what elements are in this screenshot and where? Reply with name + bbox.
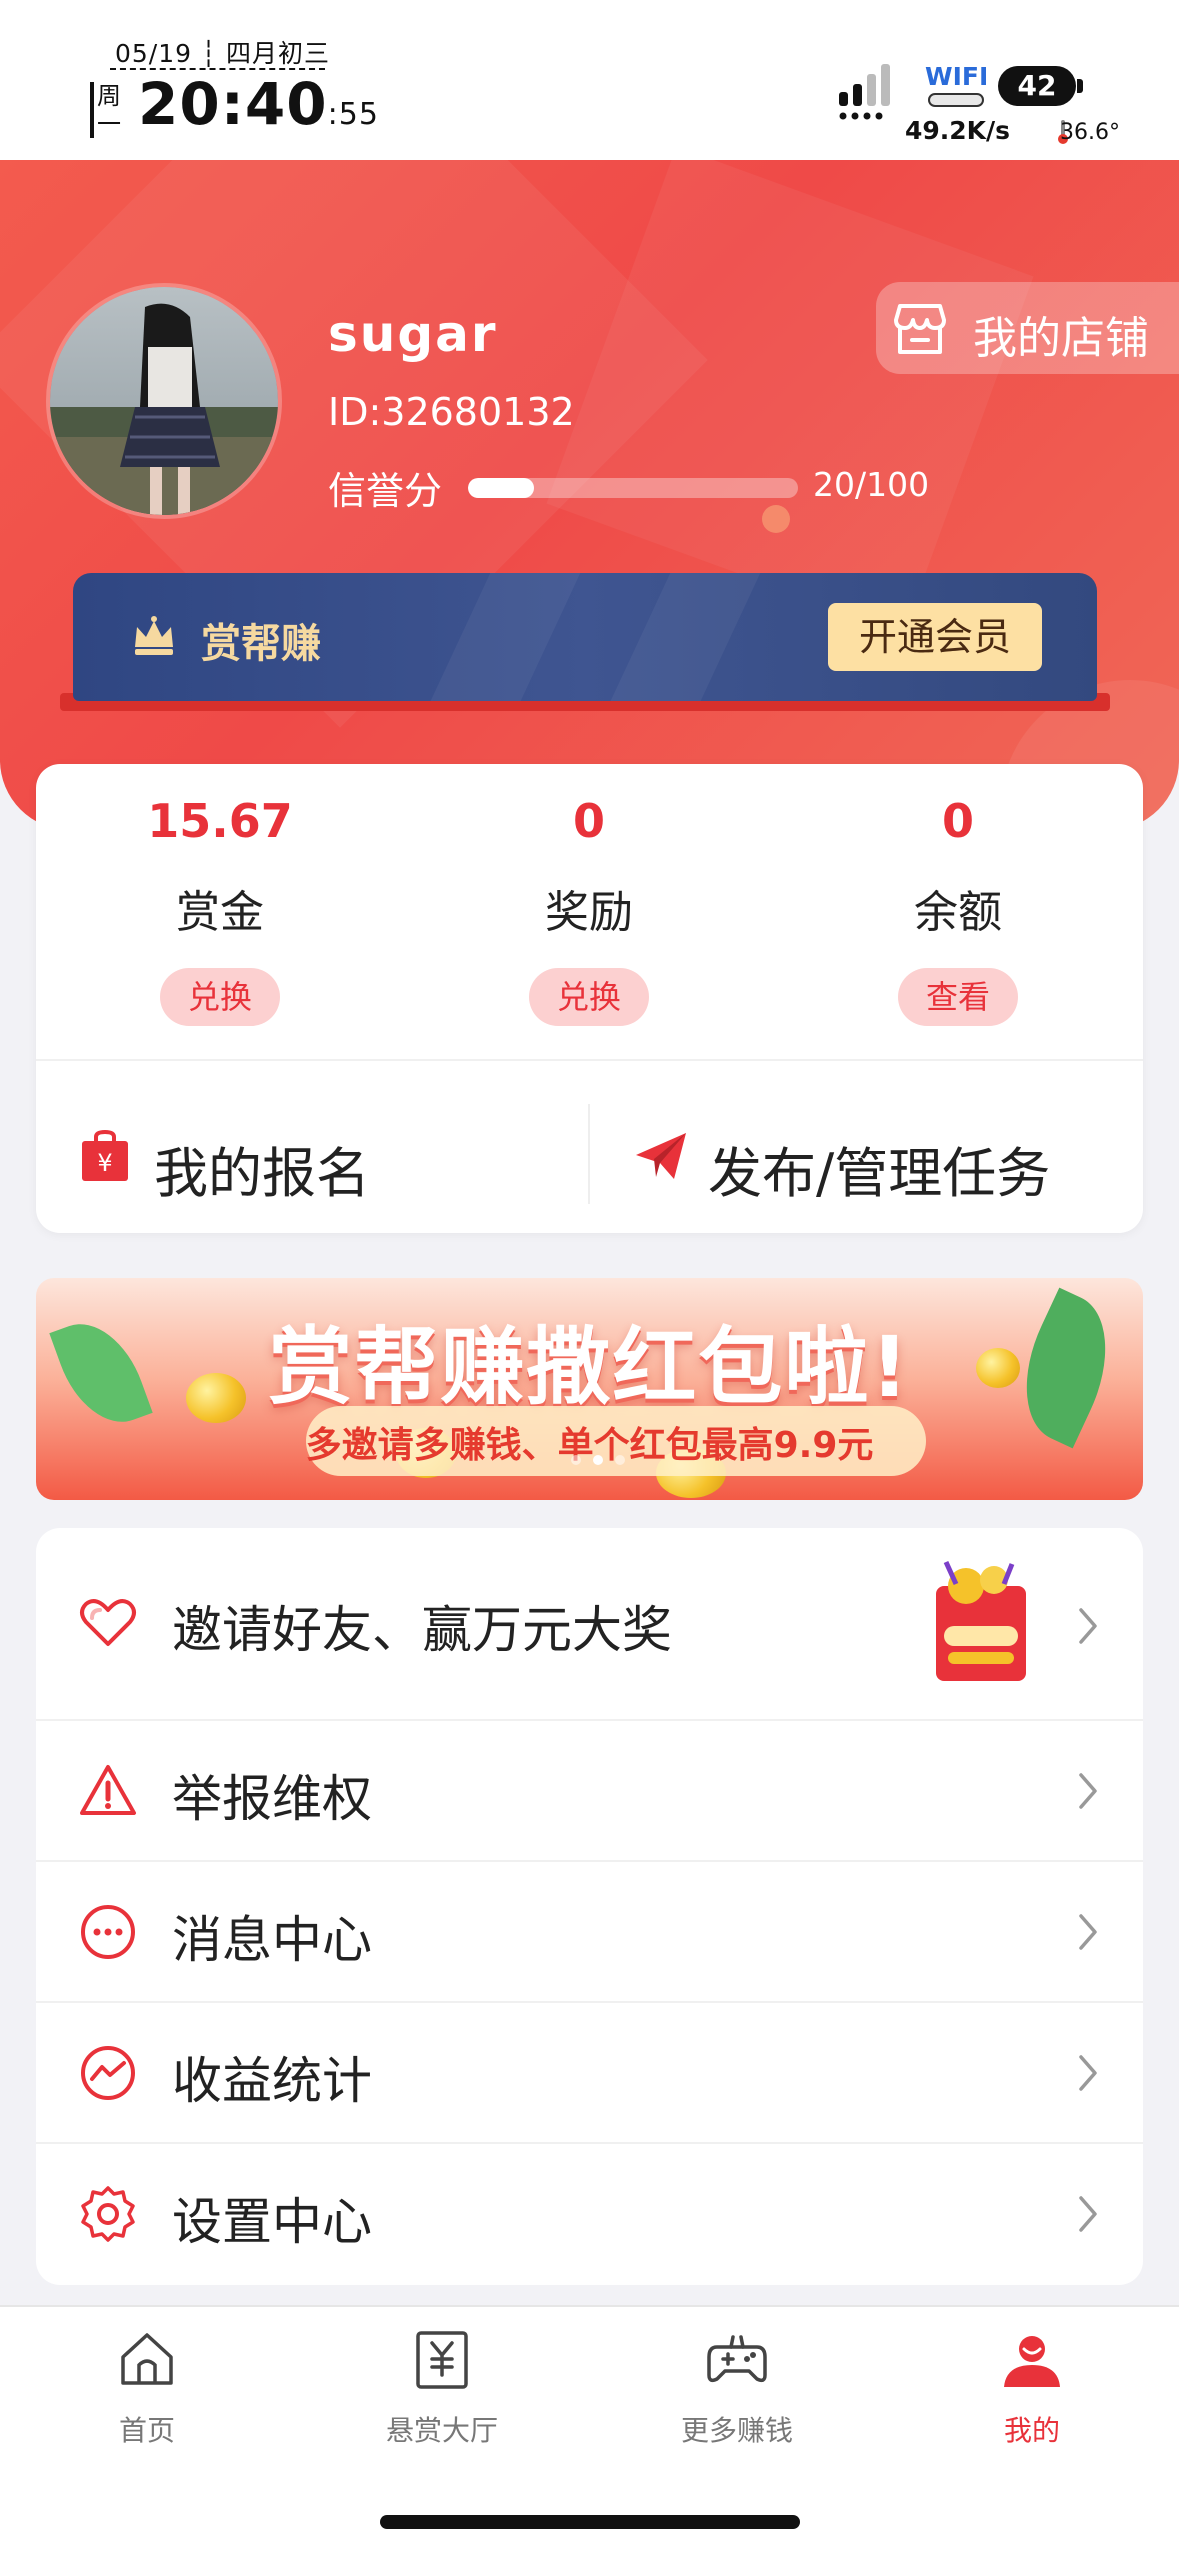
battery-icon: 42 xyxy=(998,66,1076,106)
menu-label: 邀请好友、赢万元大奖 xyxy=(172,1601,672,1659)
menu-item-report[interactable]: 举报维权 xyxy=(36,1721,1143,1862)
battery-tip xyxy=(1077,79,1083,93)
my-shop-label: 我的店铺 xyxy=(973,313,1149,364)
svg-text:¥: ¥ xyxy=(97,1149,112,1177)
stat-bounty: 15.67 赏金 兑换 xyxy=(70,794,370,1026)
stat-reward: 0 奖励 兑换 xyxy=(439,794,739,1026)
username: sugar xyxy=(328,305,498,363)
chevron-right-icon xyxy=(1079,2196,1097,2232)
my-signup-button[interactable]: ¥ 我的报名 xyxy=(36,1089,588,1219)
tab-bounty-hall[interactable]: 悬赏大厅 xyxy=(342,2327,542,2449)
vip-decoration xyxy=(406,573,590,701)
wifi-icon xyxy=(928,93,984,107)
exchange-bounty-button[interactable]: 兑换 xyxy=(160,968,280,1026)
shopping-bag-icon: ¥ xyxy=(82,1129,128,1181)
avatar-image xyxy=(50,287,278,515)
exchange-reward-button[interactable]: 兑换 xyxy=(529,968,649,1026)
header-dot xyxy=(762,505,790,533)
stat-label: 奖励 xyxy=(545,887,633,938)
publish-tasks-label: 发布/管理任务 xyxy=(708,1142,1051,1205)
tab-home[interactable]: 首页 xyxy=(47,2327,247,2449)
status-seconds-value: 55 xyxy=(338,97,379,132)
divider xyxy=(36,1059,1143,1061)
status-time-seconds: :55 xyxy=(327,97,379,132)
heart-icon xyxy=(80,1599,136,1646)
vip-title: 赏帮赚 xyxy=(201,621,321,667)
publish-tasks-button[interactable]: 发布/管理任务 xyxy=(590,1089,1143,1219)
stat-label: 余额 xyxy=(914,887,1002,938)
banner-pagination xyxy=(571,1450,637,1469)
open-membership-button[interactable]: 开通会员 xyxy=(828,603,1042,671)
wifi-label: WIFI xyxy=(925,62,989,91)
view-balance-button[interactable]: 查看 xyxy=(898,968,1018,1026)
signal-icon xyxy=(839,64,890,120)
stat-value: 0 xyxy=(941,794,974,848)
status-bar: 05/19 ┆ 四月初三 周一 20:40:55 WIFI 42 49.2K/s… xyxy=(0,0,1179,160)
chevron-right-icon xyxy=(1079,1773,1097,1809)
stat-label: 赏金 xyxy=(176,887,264,938)
bounty-icon xyxy=(416,2331,468,2389)
menu-item-earnings[interactable]: 收益统计 xyxy=(36,2003,1143,2144)
banner-dot xyxy=(571,1455,581,1465)
tab-label: 悬赏大厅 xyxy=(385,2414,498,2447)
status-date: 05/19 ┆ 四月初三 xyxy=(115,39,330,68)
status-time: 20:40:55 xyxy=(138,70,379,138)
credit-progress-fill xyxy=(468,478,534,498)
chevron-right-icon xyxy=(1079,1608,1097,1644)
tab-mine[interactable]: 我的 xyxy=(932,2327,1132,2449)
menu-label: 设置中心 xyxy=(172,2193,372,2251)
wallet-stats-card: 15.67 赏金 兑换 0 奖励 兑换 0 余额 查看 ¥ 我的报名 发布/管理… xyxy=(36,764,1143,1233)
network-speed: 49.2K/s xyxy=(905,116,1011,145)
my-signup-label: 我的报名 xyxy=(154,1142,370,1205)
chart-icon xyxy=(81,2046,135,2100)
paper-plane-icon xyxy=(636,1133,686,1179)
banner-dot-active xyxy=(593,1455,603,1465)
user-id: ID:32680132 xyxy=(328,390,575,434)
profile-icon xyxy=(1004,2336,1060,2387)
menu-list: 邀请好友、赢万元大奖 举报维权 消息中心 收益统计 设置中心 xyxy=(36,1528,1143,2285)
settings-icon xyxy=(81,2186,135,2242)
stat-value: 15.67 xyxy=(147,794,293,848)
chevron-right-icon xyxy=(1079,2055,1097,2091)
promo-banner[interactable]: 赏帮赚撒红包啦! 多邀请多赚钱、单个红包最高9.9元 xyxy=(36,1278,1143,1500)
stat-balance: 0 余额 查看 xyxy=(808,794,1108,1026)
vip-decoration xyxy=(586,573,770,701)
menu-label: 收益统计 xyxy=(172,2052,372,2110)
stat-value: 0 xyxy=(572,794,605,848)
status-time-hm: 20:40 xyxy=(138,70,328,138)
my-shop-button[interactable]: 我的店铺 xyxy=(876,282,1179,374)
menu-item-settings[interactable]: 设置中心 xyxy=(36,2144,1143,2285)
credit-progress-bar xyxy=(468,478,798,498)
banner-dot xyxy=(615,1455,625,1465)
red-envelope-icon xyxy=(936,1560,1026,1681)
store-icon xyxy=(894,304,946,354)
status-weekday: 周一 xyxy=(90,82,121,138)
tab-label: 更多赚钱 xyxy=(680,2414,793,2447)
warning-icon xyxy=(80,1765,136,1815)
avatar[interactable] xyxy=(46,283,282,519)
menu-item-messages[interactable]: 消息中心 xyxy=(36,1862,1143,2003)
menu-label: 举报维权 xyxy=(172,1770,372,1828)
home-icon xyxy=(121,2333,173,2385)
tab-label: 我的 xyxy=(1003,2414,1060,2447)
home-indicator xyxy=(380,2515,800,2529)
header-decoration xyxy=(546,160,1034,634)
credit-score: 20/100 xyxy=(813,465,930,504)
message-icon xyxy=(81,1905,135,1959)
gamepad-icon xyxy=(707,2335,767,2383)
chevron-right-icon xyxy=(1079,1914,1097,1950)
menu-label: 消息中心 xyxy=(172,1911,372,1969)
temperature: 36.6° xyxy=(1060,120,1120,145)
tab-more-earning[interactable]: 更多赚钱 xyxy=(637,2327,837,2449)
credit-label: 信誉分 xyxy=(328,469,443,513)
crown-icon xyxy=(135,616,173,655)
tab-label: 首页 xyxy=(118,2414,175,2447)
menu-item-invite[interactable]: 邀请好友、赢万元大奖 xyxy=(36,1528,1143,1721)
vip-membership-bar[interactable]: 赏帮赚 开通会员 xyxy=(73,573,1097,701)
banner-title: 赏帮赚撒红包啦! xyxy=(268,1318,911,1416)
